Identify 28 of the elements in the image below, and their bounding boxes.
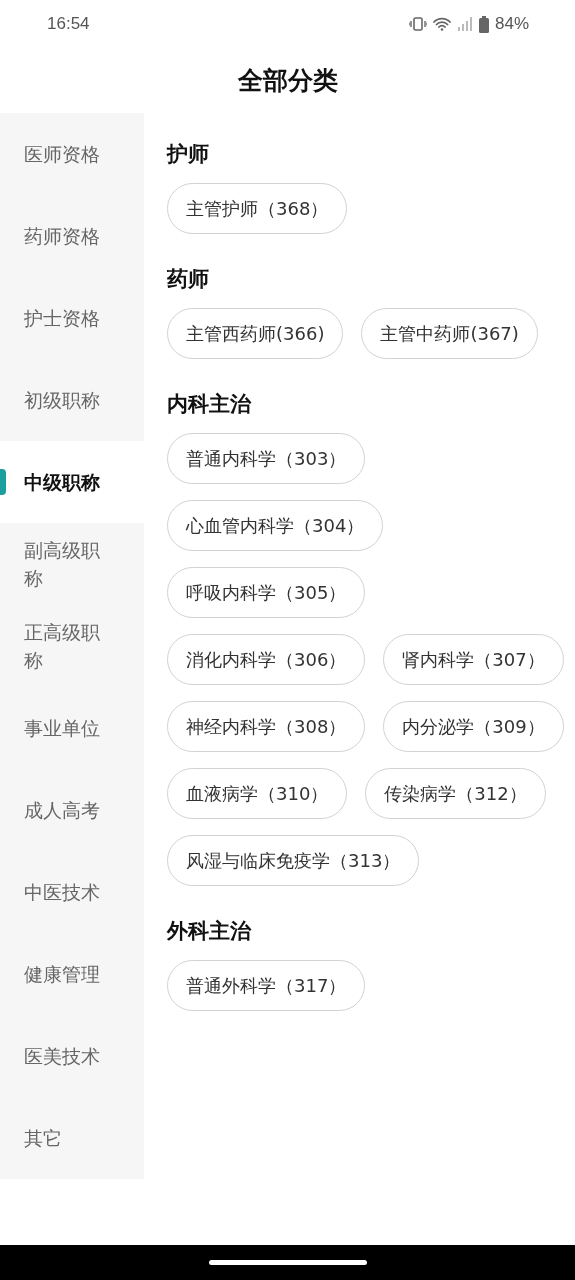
subject-chip[interactable]: 主管护师（368） [167, 183, 348, 234]
subject-chip[interactable]: 神经内科学（308） [167, 701, 366, 752]
subject-chip[interactable]: 呼吸内科学（305） [167, 567, 366, 618]
selected-indicator [0, 469, 6, 495]
vibrate-icon [408, 17, 427, 31]
wifi-icon [432, 17, 451, 31]
section-title: 药师 [167, 266, 210, 293]
subject-chip[interactable]: 心血管内科学（304） [167, 500, 384, 551]
subject-chip[interactable]: 主管西药师(366) [167, 308, 344, 359]
subject-chip[interactable]: 消化内科学（306） [167, 634, 366, 685]
subject-chip[interactable]: 血液病学（310） [167, 768, 348, 819]
subject-chip[interactable]: 主管中药师(367) [361, 308, 538, 359]
category-item[interactable]: 中级职称 [0, 441, 144, 523]
signal-icon [456, 17, 473, 31]
section-title: 内科主治 [167, 391, 253, 418]
section-title: 护师 [167, 141, 210, 168]
battery-icon [478, 15, 489, 33]
subject-chip[interactable]: 肾内科学（307） [383, 634, 564, 685]
battery-percentage: 84% [494, 14, 529, 34]
subject-chip[interactable]: 风湿与临床免疫学（313） [167, 835, 420, 886]
subject-chip[interactable]: 普通外科学（317） [167, 960, 366, 1011]
subject-chip[interactable]: 内分泌学（309） [383, 701, 564, 752]
status-time: 16:54 [47, 14, 90, 34]
section-title: 外科主治 [167, 918, 253, 945]
home-handle[interactable] [208, 1260, 367, 1265]
subject-chip[interactable]: 传染病学（312） [365, 768, 546, 819]
subject-chip[interactable]: 普通内科学（303） [167, 433, 366, 484]
page-title: 全部分类 [237, 65, 338, 97]
